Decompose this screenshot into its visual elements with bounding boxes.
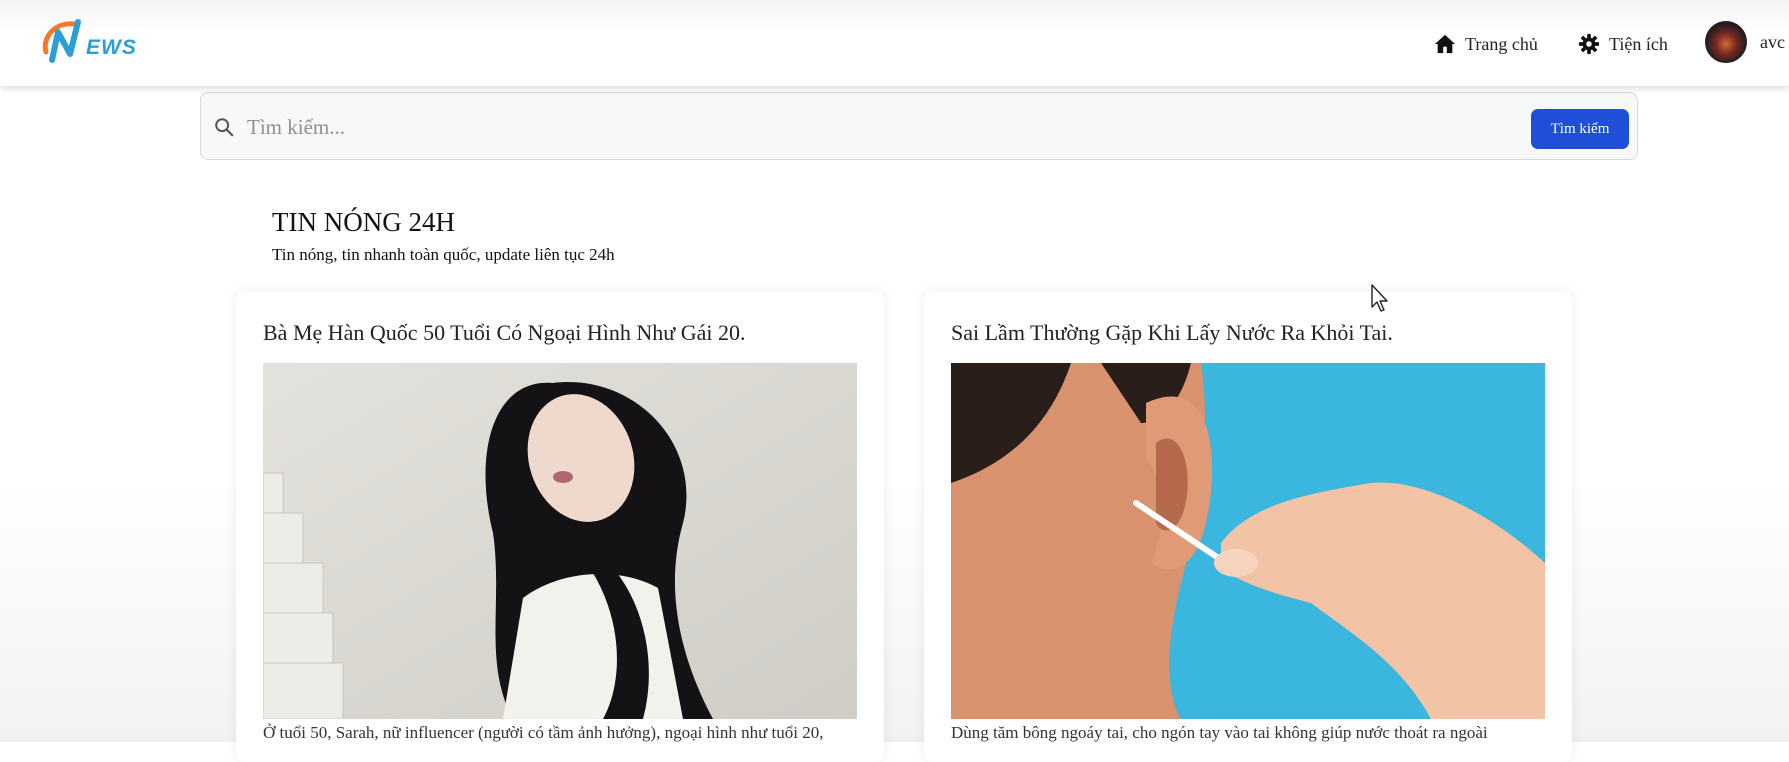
nav-item-home[interactable]: Trang chủ bbox=[1434, 30, 1538, 58]
search-input[interactable] bbox=[245, 107, 1499, 147]
username[interactable]: avc bbox=[1760, 32, 1785, 53]
section-title: TIN NÓNG 24H bbox=[272, 207, 455, 237]
navbar: EWS Trang chủ Tiện ích avc bbox=[0, 0, 1789, 87]
article-title[interactable]: Sai Lầm Thường Gặp Khi Lấy Nước Ra Khỏi … bbox=[951, 320, 1393, 346]
article-excerpt: Ở tuổi 50, Sarah, nữ influencer (người c… bbox=[263, 723, 824, 742]
news-logo[interactable]: EWS bbox=[38, 16, 138, 66]
article-card[interactable]: Bà Mẹ Hàn Quốc 50 Tuổi Có Ngoại Hình Như… bbox=[236, 292, 884, 762]
nav-item-utilities-label: Tiện ích bbox=[1609, 33, 1668, 54]
article-title[interactable]: Bà Mẹ Hàn Quốc 50 Tuổi Có Ngoại Hình Như… bbox=[263, 320, 745, 346]
article-excerpt: Dùng tăm bông ngoáy tai, cho ngón tay và… bbox=[951, 723, 1488, 742]
nav-item-home-label: Trang chủ bbox=[1465, 33, 1538, 54]
search-button[interactable]: Tìm kiếm bbox=[1531, 109, 1629, 149]
gear-icon bbox=[1578, 33, 1600, 55]
nav-item-utilities[interactable]: Tiện ích bbox=[1578, 30, 1668, 58]
article-image[interactable] bbox=[263, 363, 857, 719]
home-icon bbox=[1434, 34, 1456, 54]
article-image[interactable] bbox=[951, 363, 1545, 719]
mouse-cursor-icon bbox=[1371, 284, 1388, 312]
section-subtitle: Tin nóng, tin nhanh toàn quốc, update li… bbox=[272, 245, 615, 264]
article-card[interactable]: Sai Lầm Thường Gặp Khi Lấy Nước Ra Khỏi … bbox=[924, 292, 1572, 762]
search-bar: Tìm kiếm bbox=[200, 92, 1638, 160]
logo-text: EWS bbox=[86, 36, 137, 59]
search-icon bbox=[215, 118, 234, 137]
user-avatar[interactable] bbox=[1705, 21, 1747, 63]
